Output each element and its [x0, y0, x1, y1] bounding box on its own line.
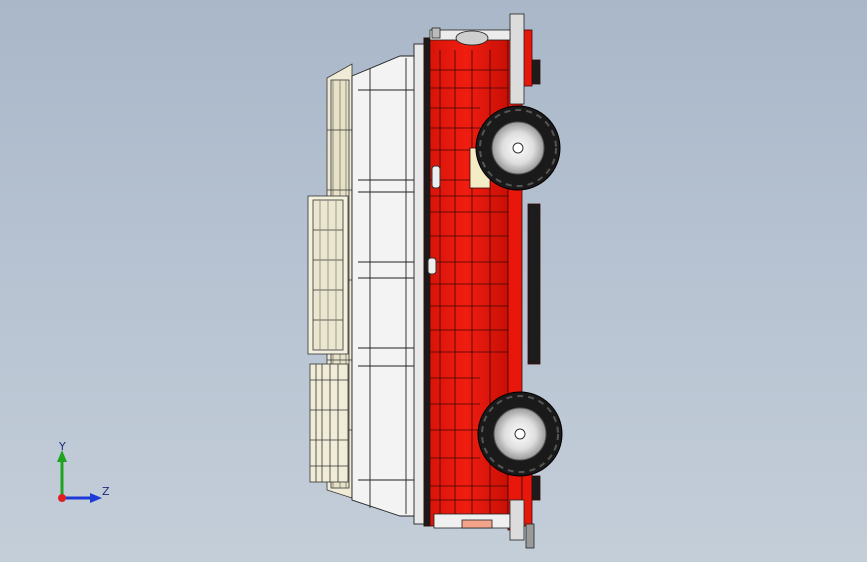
vehicle-model[interactable]	[0, 0, 867, 562]
rear-wheel[interactable]	[477, 391, 563, 477]
roof-rack	[307, 63, 353, 499]
axis-triad: Y Z	[48, 440, 118, 510]
axis-origin	[58, 494, 66, 502]
z-axis-label: Z	[102, 485, 110, 498]
y-axis-label: Y	[59, 440, 66, 453]
front-wheel[interactable]	[475, 105, 561, 191]
roof-section	[351, 43, 427, 525]
z-axis-arrow	[90, 493, 102, 503]
graphics-viewport[interactable]: Y Z	[0, 0, 867, 562]
